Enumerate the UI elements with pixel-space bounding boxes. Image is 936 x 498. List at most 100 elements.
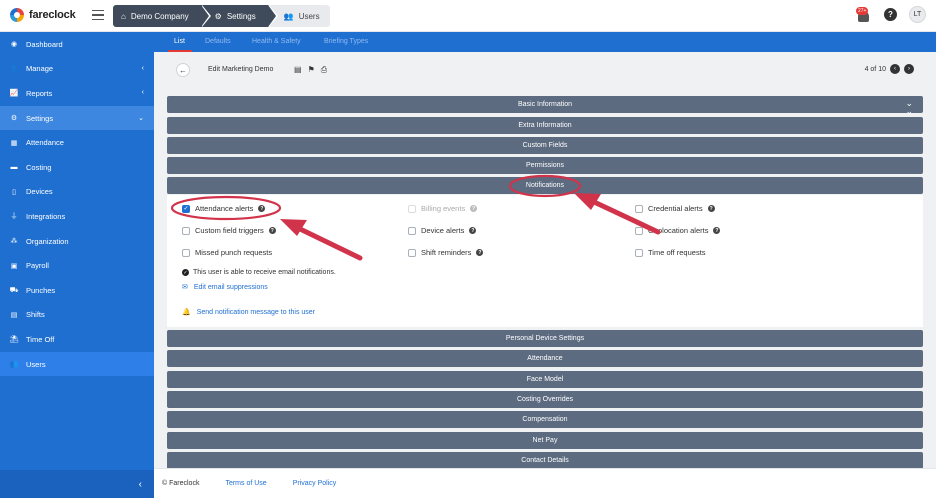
logo[interactable]: fareclock [10,8,76,22]
checkbox-icon[interactable] [182,226,190,235]
help-circle-icon[interactable]: ? [707,205,715,212]
folder-icon: ▬ [10,163,18,171]
checkbox-label: Attendance alerts [195,204,254,213]
sidebar-item-payroll[interactable]: ▣ Payroll [0,253,154,278]
checkbox-checked-icon[interactable]: ✓ [182,204,190,213]
section-net-pay[interactable]: Net Pay [167,432,923,449]
sidebar-item-time-off[interactable]: ⛱ Time Off [0,327,154,352]
page-title: Edit Marketing Demo [208,66,274,73]
sidebar-item-shifts[interactable]: ▤ Shifts [0,303,154,328]
checkbox-geolocation-alerts[interactable]: Geolocation alerts ? [635,226,721,235]
sidebar-item-attendance[interactable]: ▦ Attendance [0,130,154,155]
sidebar-item-organization[interactable]: ⁂ Organization [0,229,154,254]
sidebar-collapse-button[interactable]: ‹ [0,470,154,498]
id-card-icon[interactable]: ▤ [294,65,302,75]
hamburger-menu-icon[interactable] [92,10,104,20]
avatar[interactable]: LT [909,6,926,23]
chart-icon: 📈 [9,90,19,98]
double-chevron-down-icon[interactable]: ⌄ ⌄ [905,99,913,116]
edit-email-suppressions-link[interactable]: ✉ Edit email suppressions [182,283,268,292]
sidebar-item-label: Manage [26,64,54,74]
checkbox-missed-punch-requests[interactable]: Missed punch requests [182,248,272,257]
checkbox-time-off-requests[interactable]: Time off requests [635,248,706,257]
help-circle-icon[interactable]: ? [713,227,721,234]
help-circle-icon[interactable]: ? [476,249,484,256]
sidebar-item-settings[interactable]: ⚙ Settings ⌄ [0,105,154,131]
chevron-left-icon: ‹ [141,89,144,97]
run-icon[interactable]: ⚑ [308,65,315,75]
help-circle-icon[interactable]: ? [258,205,266,212]
pager-next-button[interactable]: › [904,64,914,74]
checkbox-shift-reminders[interactable]: Shift reminders ? [408,248,484,257]
section-label: Personal Device Settings [505,335,585,342]
section-label: Net Pay [532,437,558,444]
help-circle-icon[interactable]: ? [268,227,276,234]
sidebar-item-label: Dashboard [26,39,63,49]
sidebar-item-costing[interactable]: ▬ Costing [0,155,154,180]
back-button[interactable]: ← [176,63,190,77]
checkbox-attendance-alerts[interactable]: ✓ Attendance alerts ? [182,204,266,213]
section-costing-overrides[interactable]: Costing Overrides [167,391,923,408]
section-notifications[interactable]: Notifications [167,177,923,194]
checkbox-device-alerts[interactable]: Device alerts ? [408,226,477,235]
print-icon[interactable]: ⎙ [321,65,327,75]
email-status-text: This user is able to receive email notif… [193,269,336,276]
edit-toolbar: ← Edit Marketing Demo ▤ ⚑ ⎙ 4 of 10 ‹ › [154,52,936,88]
checkbox-icon[interactable] [408,248,416,257]
person-icon: 👤 [9,65,19,73]
checkbox-custom-field-triggers[interactable]: Custom field triggers ? [182,226,276,235]
section-label: Face Model [526,376,564,383]
sidebar-item-punches[interactable]: ⛟ Punches [0,278,154,303]
section-compensation[interactable]: Compensation [167,411,923,428]
terms-link[interactable]: Terms of Use [225,480,266,487]
gear-icon: ⚙ [10,115,18,123]
checkbox-icon[interactable] [182,248,190,257]
sidebar-item-label: Attendance [26,138,64,148]
sidebar-item-dashboard[interactable]: ◉ Dashboard [0,32,154,57]
help-icon[interactable]: ? [884,8,897,21]
section-permissions[interactable]: Permissions [167,157,923,174]
checkbox-credential-alerts[interactable]: Credential alerts ? [635,204,715,213]
sidebar-item-integrations[interactable]: ⏚ Integrations [0,204,154,229]
privacy-link[interactable]: Privacy Policy [293,480,337,487]
section-personal-device-settings[interactable]: Personal Device Settings [167,330,923,347]
breadcrumb-settings[interactable]: ⚙ Settings [200,5,278,27]
breadcrumb-demo-company[interactable]: ⌂ Demo Company [113,5,211,27]
sidebar-item-devices[interactable]: ▯ Devices [0,180,154,205]
tab-briefing-types[interactable]: Briefing Types [324,38,368,45]
sidebar-item-users[interactable]: 👥 Users [0,351,154,377]
dashboard-icon: ◉ [10,41,18,49]
checkbox-label: Missed punch requests [195,248,273,257]
section-basic-information[interactable]: Basic Information ⌄ ⌄ [167,96,923,116]
checkbox-icon[interactable] [635,204,643,213]
checkbox-label: Billing events [421,204,466,213]
copyright: © Fareclock [162,480,200,487]
section-label: Permissions [525,162,565,169]
section-label: Contact Details [521,457,569,464]
help-circle-icon[interactable]: ? [470,205,478,212]
pager-prev-button[interactable]: ‹ [890,64,900,74]
checkbox-icon[interactable] [635,226,643,235]
checkbox-icon[interactable] [408,226,416,235]
help-circle-icon[interactable]: ? [469,227,477,234]
section-attendance[interactable]: Attendance [167,350,923,367]
notifications-badge: 27+ [856,6,869,15]
plug-icon: ⏚ [10,213,18,221]
section-custom-fields[interactable]: Custom Fields [167,137,923,154]
sidebar-item-manage[interactable]: 👤 Manage ‹ [0,57,154,82]
notifications-panel: ✓ Attendance alerts ? Custom field trigg… [167,195,923,327]
users-icon: 👥 [9,361,19,369]
send-notification-link[interactable]: 🔔 Send notification message to this user [182,308,315,317]
checkbox-icon[interactable] [635,248,643,257]
tab-defaults[interactable]: Defaults [205,38,231,45]
tab-list[interactable]: List [174,38,185,45]
tab-health-safety[interactable]: Health & Safety [252,38,301,45]
sidebar-item-reports[interactable]: 📈 Reports ‹ [0,81,154,106]
section-label: Costing Overrides [516,396,574,403]
attendance-icon: ▦ [10,139,18,147]
section-extra-information[interactable]: Extra Information [167,117,923,134]
section-face-model[interactable]: Face Model [167,371,923,388]
sidebar-item-label: Payroll [26,261,49,271]
notifications-button[interactable]: 27+ [856,6,872,23]
section-contact-details[interactable]: Contact Details [167,452,923,469]
